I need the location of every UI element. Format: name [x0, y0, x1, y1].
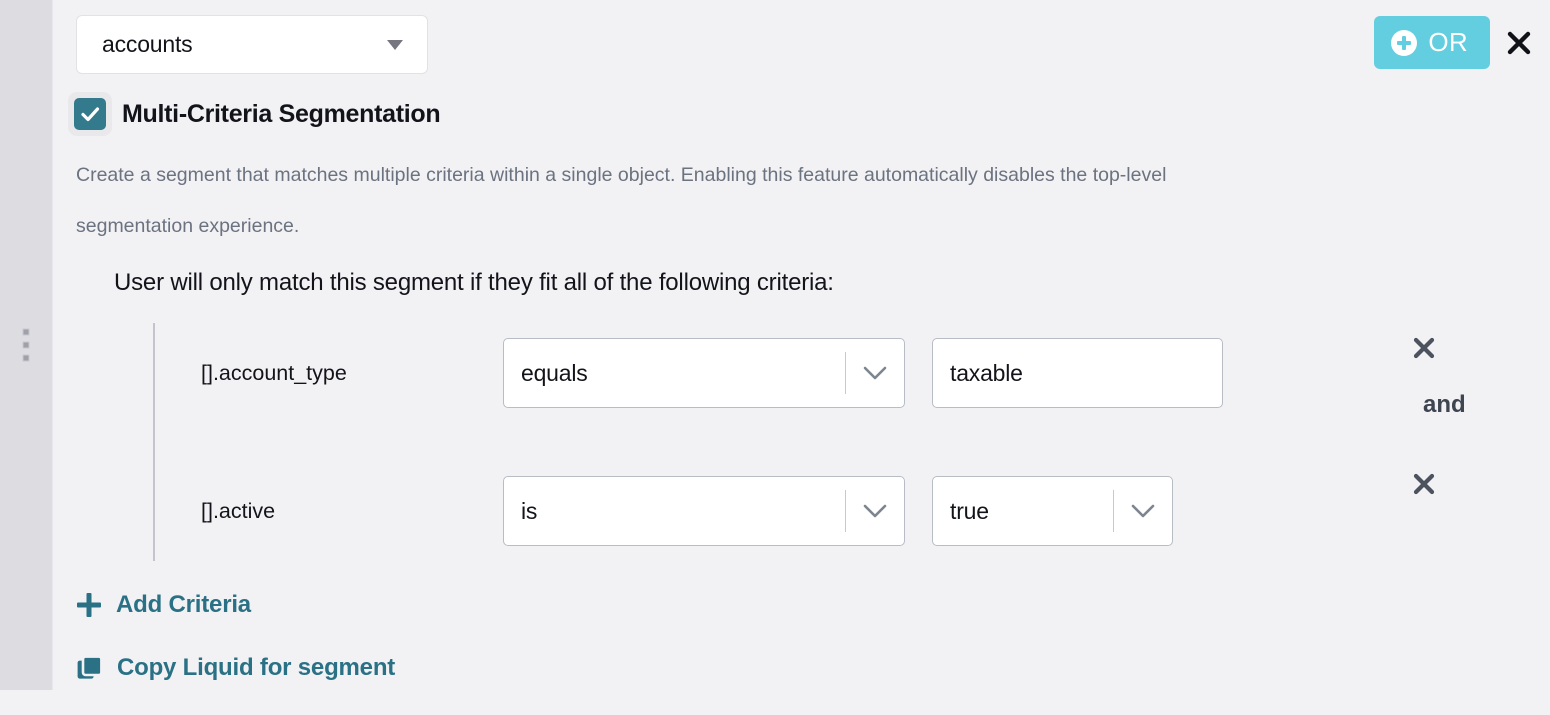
criteria-row: [].active is true: [201, 461, 1473, 561]
drag-handle-icon[interactable]: [22, 328, 30, 362]
plus-icon: [76, 592, 102, 618]
remove-criteria-button[interactable]: [1409, 469, 1439, 499]
criteria-actions: Add Criteria Copy Liquid for segment: [76, 591, 1550, 682]
plus-circle-icon: [1391, 29, 1418, 56]
criteria-operator-select[interactable]: equals: [503, 338, 905, 408]
checkbox-box: [74, 98, 106, 130]
check-icon: [81, 107, 100, 122]
drag-dot: [22, 354, 30, 362]
add-or-button-label: OR: [1428, 27, 1468, 57]
add-or-button[interactable]: OR: [1374, 16, 1490, 69]
copy-liquid-button[interactable]: Copy Liquid for segment: [76, 654, 395, 682]
multi-criteria-label: Multi-Criteria Segmentation: [122, 99, 441, 128]
add-criteria-button[interactable]: Add Criteria: [76, 591, 251, 619]
feature-description: Create a segment that matches multiple c…: [76, 164, 1167, 237]
criteria-operator-value: is: [521, 497, 538, 524]
criteria-value-text: true: [950, 497, 989, 524]
object-select-value: accounts: [102, 31, 193, 57]
multi-criteria-toggle-row: Multi-Criteria Segmentation: [68, 92, 1550, 136]
criteria-value-text: taxable: [950, 359, 1023, 386]
criteria-value-select[interactable]: true: [932, 476, 1173, 546]
criteria-operator-select[interactable]: is: [503, 476, 905, 546]
criteria-list: [].account_type equals taxable and [].ac…: [153, 323, 1473, 561]
chevron-down-icon: [846, 503, 904, 519]
panel-body: accounts OR Multi-Criteria Segmentation …: [54, 0, 1550, 715]
drag-dot: [22, 328, 30, 336]
criteria-field-name: [].account_type: [201, 360, 347, 385]
chevron-down-icon: [1114, 503, 1172, 519]
criteria-field-name: [].active: [201, 498, 276, 523]
panel-header: accounts OR: [54, 0, 1550, 90]
chevron-down-icon: [846, 365, 904, 381]
close-button[interactable]: [1502, 26, 1536, 60]
criteria-row: [].account_type equals taxable and: [201, 323, 1473, 423]
drag-rail[interactable]: [0, 0, 53, 690]
criteria-conjunction-label: and: [1423, 391, 1466, 418]
close-icon: [1413, 337, 1435, 359]
criteria-value-input[interactable]: taxable: [932, 338, 1223, 408]
remove-criteria-button[interactable]: [1409, 333, 1439, 363]
criteria-heading: User will only match this segment if the…: [114, 269, 834, 296]
close-icon: [1507, 31, 1531, 55]
close-icon: [1413, 473, 1435, 495]
caret-down-icon: [387, 39, 403, 50]
criteria-operator-value: equals: [521, 359, 588, 386]
drag-dot: [22, 341, 30, 349]
add-criteria-label: Add Criteria: [116, 591, 251, 618]
copy-icon: [76, 654, 103, 682]
segment-builder-panel: accounts OR Multi-Criteria Segmentation …: [0, 0, 1550, 715]
multi-criteria-checkbox[interactable]: [68, 92, 112, 136]
object-select[interactable]: accounts: [76, 15, 428, 74]
copy-liquid-label: Copy Liquid for segment: [117, 654, 396, 681]
